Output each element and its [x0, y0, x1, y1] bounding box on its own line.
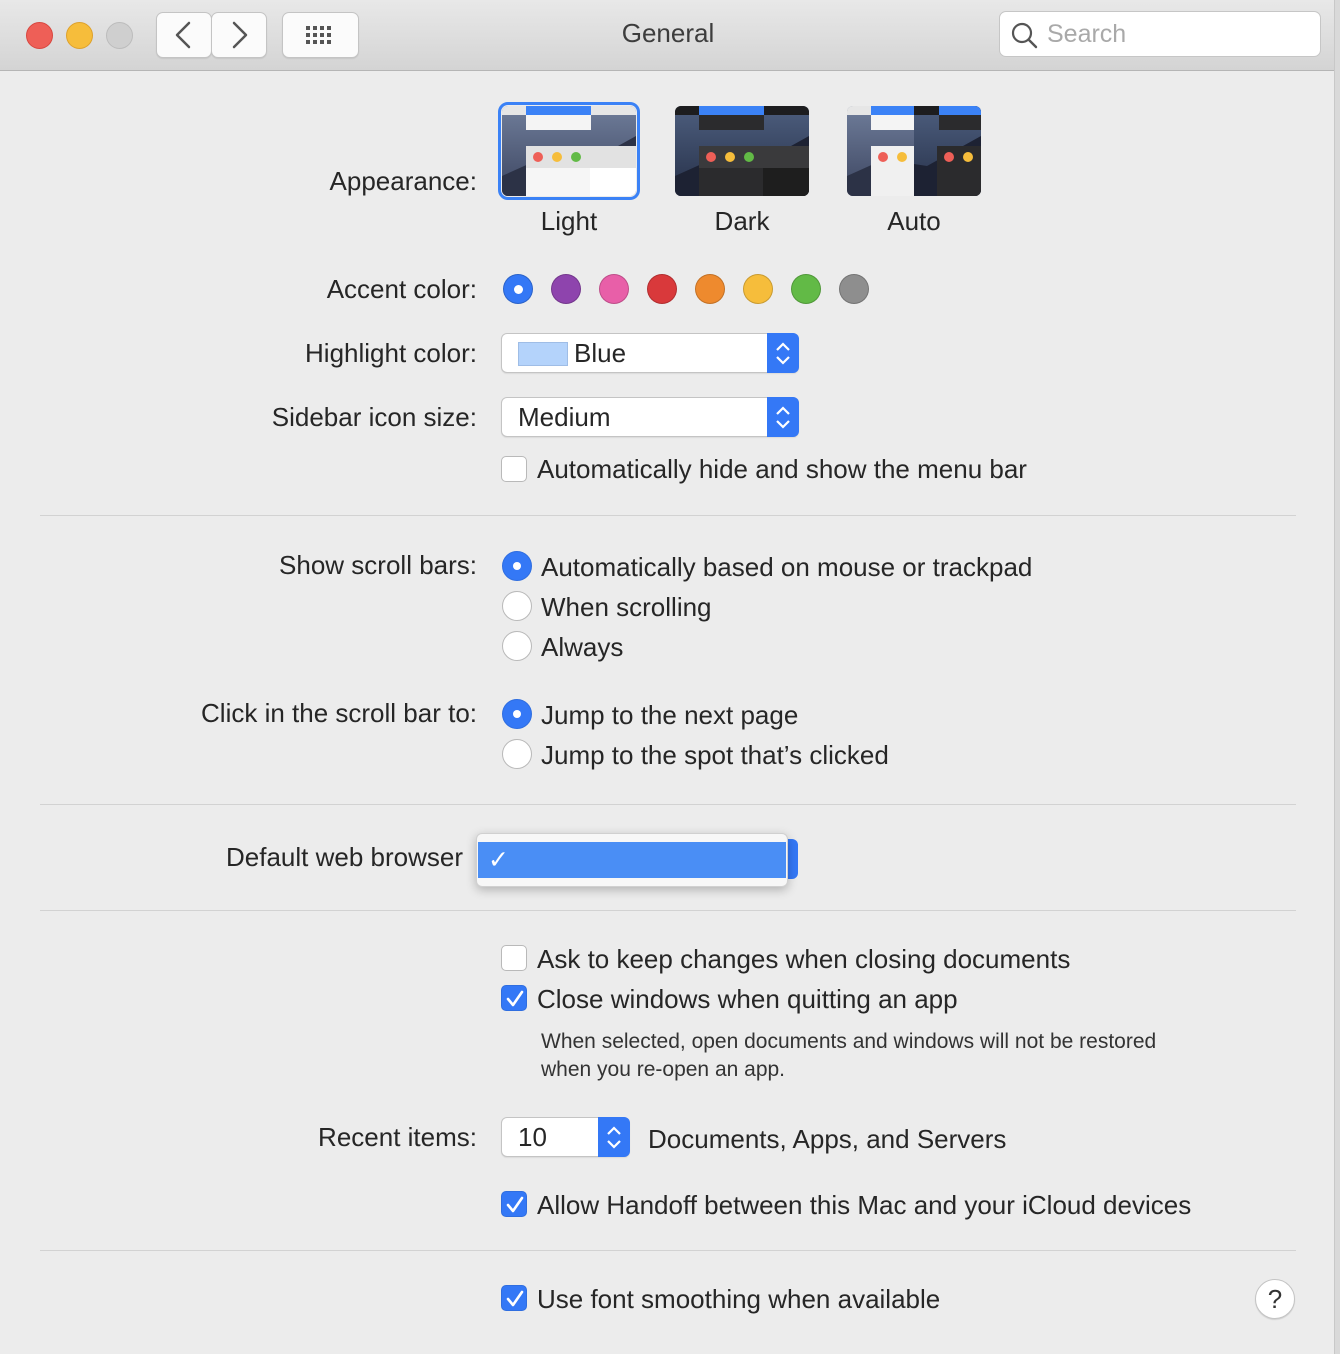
updown-chevron-icon	[767, 333, 799, 373]
appearance-light-option[interactable]	[498, 102, 640, 200]
search-placeholder: Search	[1047, 20, 1127, 48]
accent-color-swatch[interactable]	[791, 274, 821, 304]
chevron-right-icon	[232, 21, 248, 49]
ask-keep-changes-label: Ask to keep changes when closing documen…	[537, 944, 1071, 974]
sidebar-icon-size-label: Sidebar icon size:	[271, 402, 477, 432]
jump-spot-clicked-radio[interactable]	[502, 739, 532, 769]
divider	[40, 910, 1296, 911]
appearance-auto-option[interactable]	[847, 106, 981, 196]
jump-spot-clicked-label: Jump to the spot that’s clicked	[541, 740, 889, 770]
minimize-button[interactable]	[66, 22, 93, 49]
highlight-swatch	[518, 342, 568, 366]
sidebar-icon-size-popup[interactable]: Medium	[501, 397, 799, 437]
accent-color-swatch[interactable]	[743, 274, 773, 304]
checkmark-icon	[506, 1290, 524, 1307]
scroll-bars-when-scrolling-label: When scrolling	[541, 592, 712, 622]
light-preview-image	[502, 106, 636, 196]
browser-menu-item[interactable]: ✓	[478, 842, 786, 878]
sidebar-icon-size-value: Medium	[518, 402, 611, 432]
auto-preview-image	[847, 106, 981, 196]
zoom-button[interactable]	[106, 22, 133, 49]
title-bar: General Search	[0, 0, 1334, 71]
recent-items-label: Recent items:	[318, 1122, 477, 1152]
handoff-checkbox[interactable]	[501, 1191, 527, 1217]
close-button[interactable]	[26, 22, 53, 49]
appearance-label: Appearance:	[329, 166, 477, 196]
close-windows-note-line2: when you re-open an app.	[541, 1058, 786, 1081]
preferences-window: General Search Appearance: Light Dark Au…	[0, 0, 1335, 1354]
updown-chevron-icon	[767, 397, 799, 437]
updown-chevron-icon	[598, 1117, 630, 1157]
help-button[interactable]: ?	[1255, 1279, 1295, 1319]
close-windows-checkbox[interactable]	[501, 985, 527, 1011]
recent-items-suffix: Documents, Apps, and Servers	[648, 1124, 1007, 1154]
accent-color-swatch[interactable]	[551, 274, 581, 304]
highlight-color-label: Highlight color:	[305, 338, 477, 368]
font-smoothing-checkbox[interactable]	[501, 1285, 527, 1311]
window-title: General	[621, 18, 715, 48]
dark-preview-image	[675, 106, 809, 196]
highlight-color-popup[interactable]: Blue	[501, 333, 799, 373]
recent-items-value: 10	[518, 1122, 547, 1152]
appearance-dark-label: Dark	[714, 206, 770, 236]
checkmark-icon: ✓	[488, 846, 509, 874]
show-scroll-bars-label: Show scroll bars:	[279, 550, 477, 580]
selected-dot	[514, 285, 523, 294]
hide-menu-bar-label: Automatically hide and show the menu bar	[537, 454, 1027, 484]
checkmark-icon	[506, 1196, 524, 1213]
default-browser-menu[interactable]: ✓	[476, 833, 788, 887]
appearance-light-label: Light	[540, 206, 598, 236]
scroll-bars-auto-radio[interactable]	[502, 551, 532, 581]
click-scroll-bar-label: Click in the scroll bar to:	[201, 698, 477, 728]
search-field[interactable]: Search	[999, 11, 1321, 57]
appearance-auto-label: Auto	[887, 206, 941, 236]
appearance-dark-option[interactable]	[675, 106, 809, 196]
jump-next-page-radio[interactable]	[502, 699, 532, 729]
scroll-bars-always-radio[interactable]	[502, 631, 532, 661]
accent-color-swatch[interactable]	[503, 274, 533, 304]
scroll-bars-auto-label: Automatically based on mouse or trackpad	[541, 552, 1033, 582]
font-smoothing-label: Use font smoothing when available	[537, 1284, 941, 1314]
recent-items-popup[interactable]: 10	[501, 1117, 630, 1157]
search-icon	[1011, 22, 1038, 49]
ask-keep-changes-checkbox[interactable]	[501, 945, 527, 971]
default-browser-label: Default web browser	[226, 842, 463, 872]
accent-color-swatch[interactable]	[599, 274, 629, 304]
accent-color-swatch[interactable]	[695, 274, 725, 304]
accent-color-label: Accent color:	[326, 274, 477, 304]
back-button[interactable]	[156, 12, 212, 58]
hide-menu-bar-checkbox[interactable]	[501, 456, 527, 482]
forward-button[interactable]	[211, 12, 267, 58]
scroll-bars-when-scrolling-radio[interactable]	[502, 591, 532, 621]
scroll-bars-always-label: Always	[541, 632, 624, 662]
close-windows-label: Close windows when quitting an app	[537, 984, 958, 1014]
divider	[40, 515, 1296, 516]
divider	[40, 804, 1296, 805]
handoff-label: Allow Handoff between this Mac and your …	[537, 1190, 1192, 1220]
highlight-color-value: Blue	[574, 338, 627, 368]
checkmark-icon	[506, 990, 524, 1007]
close-windows-note-line1: When selected, open documents and window…	[541, 1030, 1157, 1053]
divider	[40, 1250, 1296, 1251]
grid-icon	[306, 26, 331, 44]
accent-color-swatch[interactable]	[647, 274, 677, 304]
show-all-button[interactable]	[282, 12, 359, 58]
window-edge	[1335, 0, 1340, 1354]
accent-color-swatch[interactable]	[839, 274, 869, 304]
jump-next-page-label: Jump to the next page	[541, 700, 799, 730]
chevron-left-icon	[175, 21, 191, 49]
